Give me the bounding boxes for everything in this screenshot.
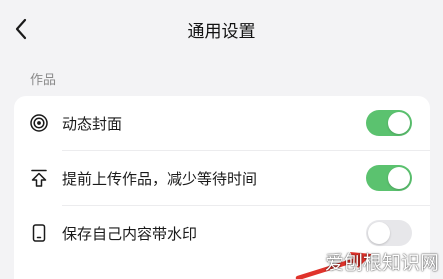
watermark-toggle[interactable]	[366, 220, 412, 246]
toggle-knob	[388, 112, 410, 134]
setting-row-dynamic-cover[interactable]: 动态封面	[14, 96, 430, 150]
header: 通用设置	[0, 0, 443, 60]
target-icon	[29, 113, 49, 133]
setting-label: 提前上传作品，减少等待时间	[62, 169, 258, 188]
page-title: 通用设置	[187, 22, 256, 42]
upload-icon	[29, 168, 49, 188]
toggle-knob	[388, 167, 410, 189]
section-label: 作品	[30, 73, 57, 88]
dynamic-cover-toggle[interactable]	[366, 110, 412, 136]
setting-label: 动态封面	[62, 114, 123, 133]
phone-icon	[29, 223, 49, 243]
setting-row-pre-upload[interactable]: 提前上传作品，减少等待时间	[14, 151, 430, 205]
setting-label: 保存自己内容带水印	[62, 224, 198, 243]
pre-upload-toggle[interactable]	[366, 165, 412, 191]
toggle-knob	[368, 222, 390, 244]
watermark-text: 爱刨根知识网	[324, 253, 439, 274]
